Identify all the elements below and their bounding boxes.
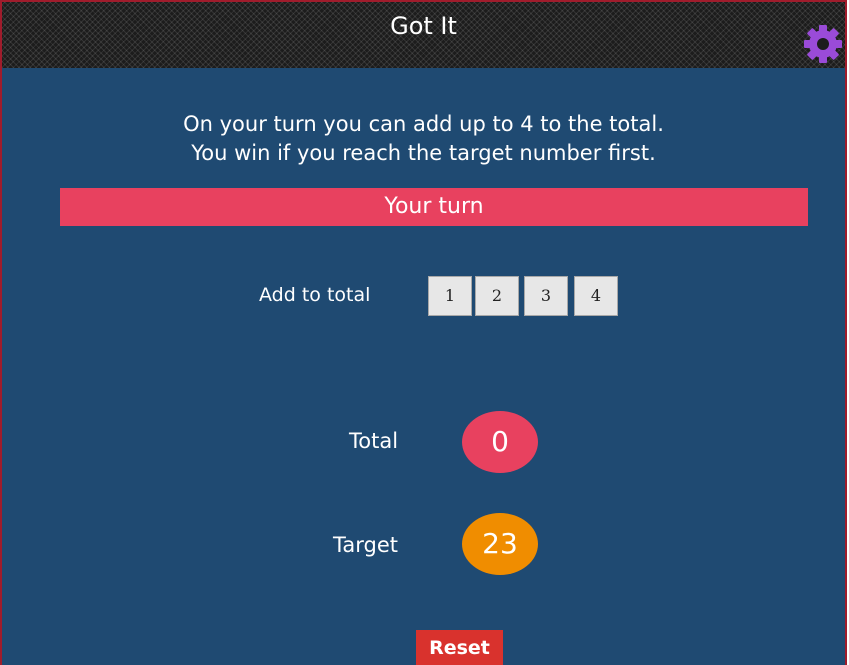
add-to-total-row: Add to total 1 2 3 4 [2, 276, 845, 318]
add-3-button[interactable]: 3 [524, 276, 568, 316]
add-1-button[interactable]: 1 [428, 276, 472, 316]
game-window: Got It On your turn you can add up to 4 … [0, 0, 847, 665]
add-4-button[interactable]: 4 [574, 276, 618, 316]
add-2-button[interactable]: 2 [475, 276, 519, 316]
target-value-badge: 23 [462, 513, 538, 575]
reset-button[interactable]: Reset [416, 630, 503, 665]
target-label: Target [333, 533, 398, 557]
add-to-total-label: Add to total [259, 284, 371, 306]
total-label: Total [349, 429, 399, 453]
instructions: On your turn you can add up to 4 to the … [2, 110, 845, 168]
gear-icon[interactable] [803, 24, 843, 64]
game-title: Got It [390, 12, 457, 40]
instruction-line-2: You win if you reach the target number f… [191, 141, 656, 165]
title-bar: Got It [2, 2, 845, 68]
turn-status-banner: Your turn [60, 188, 808, 226]
total-value-badge: 0 [462, 411, 538, 473]
instruction-line-1: On your turn you can add up to 4 to the … [183, 112, 664, 136]
